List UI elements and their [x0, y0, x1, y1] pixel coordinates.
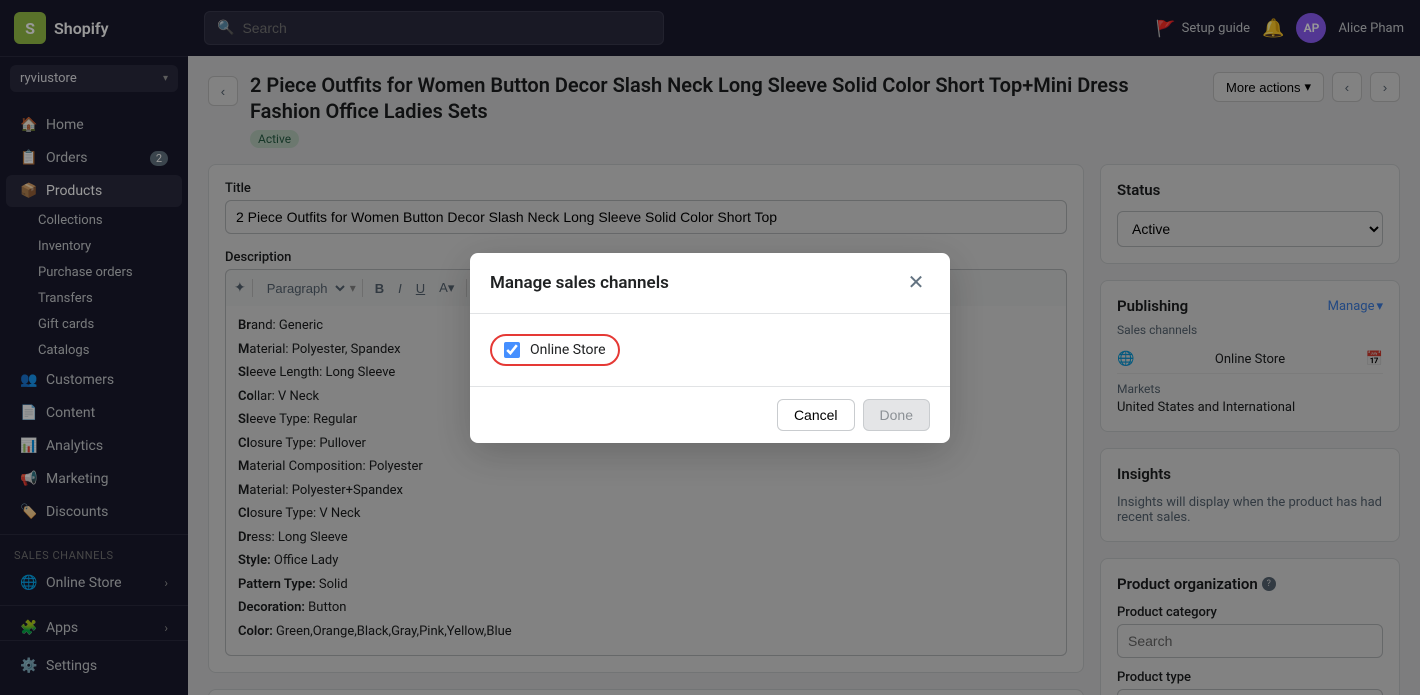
modal-footer: Cancel Done — [470, 386, 950, 443]
modal-close-button[interactable]: ✕ — [902, 269, 930, 297]
manage-sales-channels-modal: Manage sales channels ✕ Online Store Can… — [470, 253, 950, 443]
done-button[interactable]: Done — [863, 399, 930, 431]
modal-body: Online Store — [470, 314, 950, 386]
channel-checkbox-label[interactable]: Online Store — [530, 342, 606, 358]
channel-checkbox-highlight: Online Store — [490, 334, 620, 366]
modal-header: Manage sales channels ✕ — [470, 253, 950, 314]
online-store-checkbox[interactable] — [504, 342, 520, 358]
modal-overlay: Manage sales channels ✕ Online Store Can… — [0, 0, 1420, 695]
cancel-button[interactable]: Cancel — [777, 399, 855, 431]
modal-title: Manage sales channels — [490, 273, 669, 293]
